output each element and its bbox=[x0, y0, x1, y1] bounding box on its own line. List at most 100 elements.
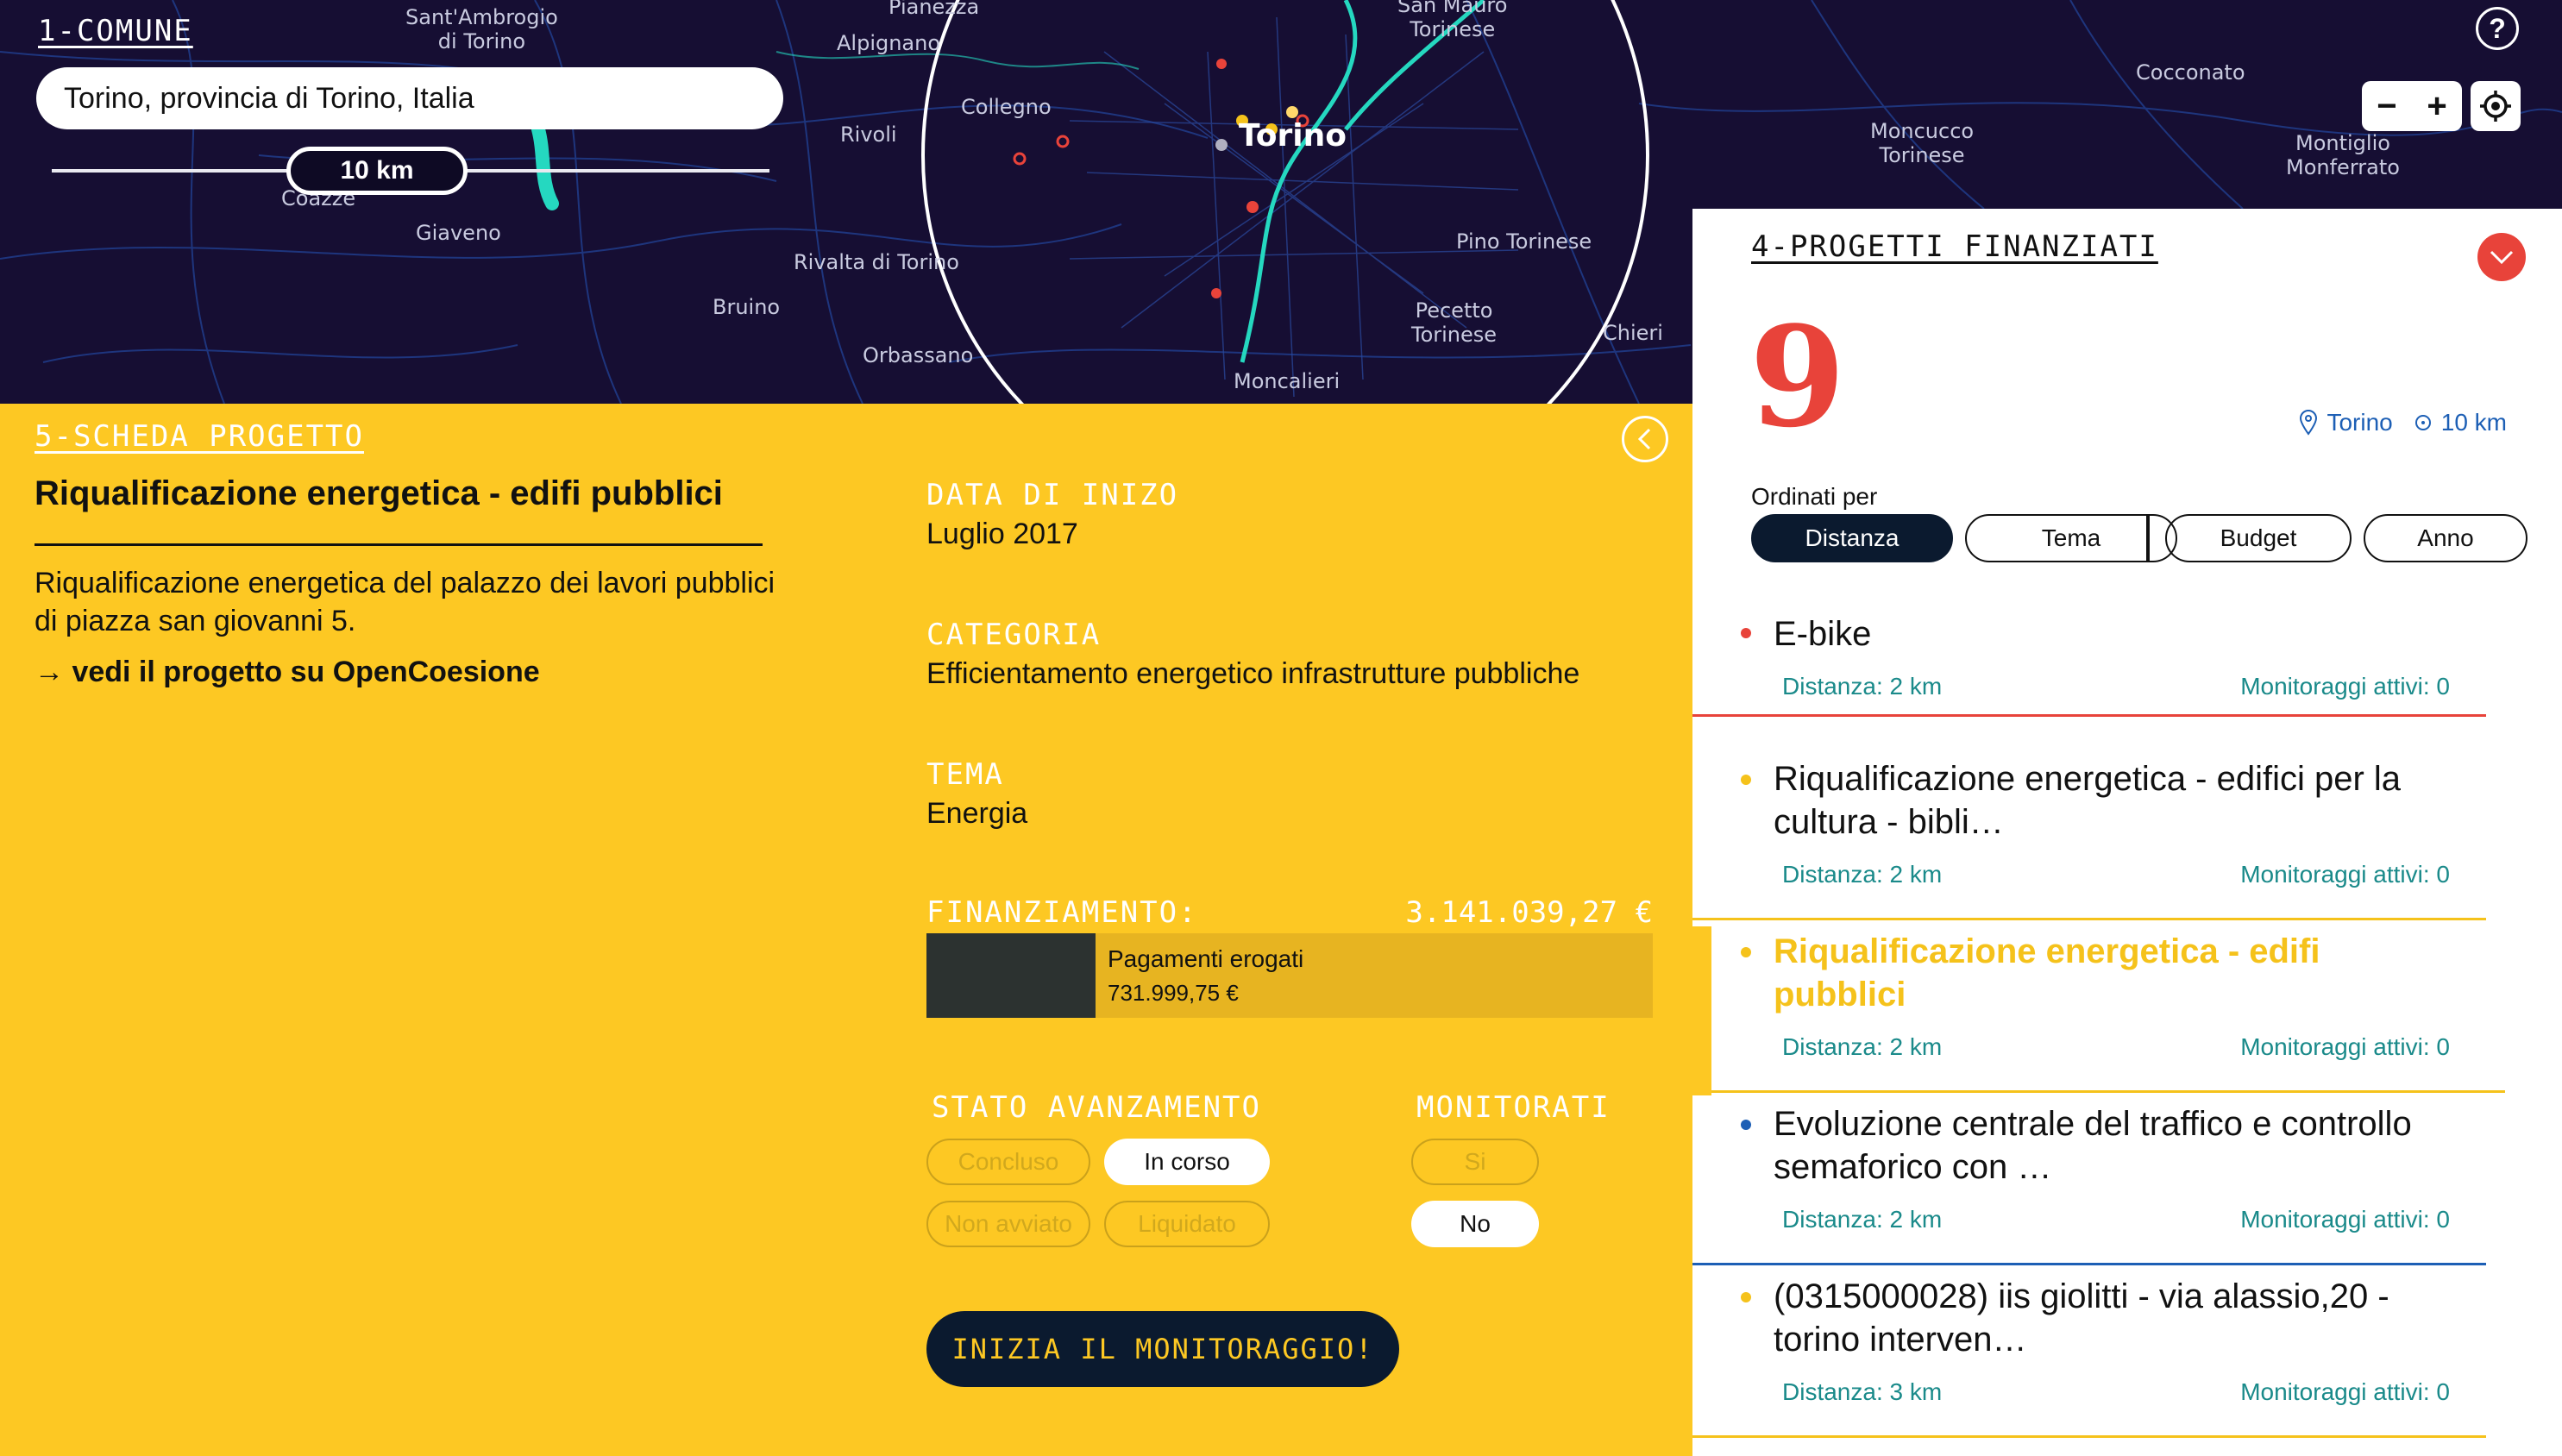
project-separator bbox=[1711, 1090, 2505, 1093]
finanziamento-total: 3.141.039,27 € bbox=[1405, 895, 1653, 930]
project-theme-dot bbox=[1741, 775, 1751, 785]
project-monitoring: Monitoraggi attivi: 0 bbox=[2240, 673, 2450, 700]
project-monitoring: Monitoraggi attivi: 0 bbox=[2240, 861, 2450, 888]
project-name: Riqualificazione energetica - edifici pe… bbox=[1774, 760, 2402, 841]
payments-amount: 731.999,75 € bbox=[1108, 980, 1239, 1006]
map-label: Alpignano bbox=[837, 31, 941, 55]
detail-section-title: 5-SCHEDA PROGETTO bbox=[35, 419, 364, 454]
tema-value: Energia bbox=[926, 797, 1028, 830]
monitorati-label: MONITORATI bbox=[1416, 1090, 1611, 1125]
map-label: Moncucco Torinese bbox=[1870, 119, 1975, 167]
data-inizio-label: DATA DI INIZO bbox=[926, 478, 1179, 512]
project-separator bbox=[1692, 1435, 2486, 1438]
monitorati-si-button[interactable]: Si bbox=[1411, 1139, 1539, 1185]
project-theme-dot bbox=[1741, 947, 1751, 957]
zoom-pill: − + bbox=[2362, 81, 2462, 131]
map-label: Pino Torinese bbox=[1456, 229, 1592, 254]
payments-progress-bar: Pagamenti erogati 731.999,75 € bbox=[926, 933, 1653, 1018]
map-label: Bruino bbox=[713, 295, 781, 319]
project-name: Evoluzione centrale del traffico e contr… bbox=[1774, 1105, 2412, 1186]
projects-section-title: 4-PROGETTI FINANZIATI bbox=[1751, 229, 2158, 264]
project-distance: Distanza: 2 km bbox=[1782, 1033, 1943, 1060]
target-icon bbox=[2414, 415, 2431, 430]
zoom-controls: − + bbox=[2362, 81, 2521, 131]
project-list-item[interactable]: Evoluzione centrale del traffico e contr… bbox=[1692, 1099, 2495, 1268]
payments-label: Pagamenti erogati bbox=[1108, 945, 1304, 972]
sort-budget-button[interactable]: Budget bbox=[2165, 514, 2352, 562]
project-distance: Distanza: 2 km bbox=[1782, 1206, 1943, 1233]
stato-liquidato-button[interactable]: Liquidato bbox=[1104, 1201, 1270, 1247]
project-list-item[interactable]: Riqualificazione energetica - edifici pe… bbox=[1692, 754, 2495, 923]
map-label: Giaveno bbox=[416, 221, 501, 245]
project-theme-dot bbox=[1741, 628, 1751, 638]
stato-avanzamento-label: STATO AVANZAMENTO bbox=[932, 1090, 1261, 1125]
comune-section-title: 1-COMUNE bbox=[38, 14, 193, 48]
map-label-city: Torino bbox=[1239, 118, 1347, 154]
project-distance: Distanza: 3 km bbox=[1782, 1378, 1943, 1405]
search-input[interactable]: Torino, provincia di Torino, Italia bbox=[36, 67, 783, 129]
pin-icon bbox=[2300, 410, 2318, 436]
finanziamento-label: FINANZIAMENTO: bbox=[926, 895, 1198, 930]
location-info: Torino 10 km bbox=[2299, 409, 2507, 436]
stato-non-avviato-button[interactable]: Non avviato bbox=[926, 1201, 1090, 1247]
start-monitoring-button[interactable]: INIZIA IL MONITORAGGIO! bbox=[926, 1311, 1399, 1387]
map-label: San Mauro Torinese bbox=[1397, 0, 1508, 41]
map-label: Sant'Ambrogio di Torino bbox=[405, 5, 558, 53]
map-label: Montiglio Monferrato bbox=[2286, 131, 2400, 179]
help-button[interactable]: ? bbox=[2476, 7, 2519, 50]
sort-label: Ordinati per bbox=[1751, 483, 1878, 510]
project-title: Riqualificazione energetica - edifi pubb… bbox=[35, 474, 723, 512]
locate-button[interactable] bbox=[2471, 81, 2521, 131]
stato-concluso-button[interactable]: Concluso bbox=[926, 1139, 1090, 1185]
project-name: (0315000028) iis giolitti - via alassio,… bbox=[1774, 1277, 2389, 1359]
radius-slider[interactable]: 10 km bbox=[52, 147, 769, 195]
project-list-item-selected[interactable]: Riqualificazione energetica - edifi pubb… bbox=[1692, 926, 2505, 1095]
project-distance: Distanza: 2 km bbox=[1782, 673, 1943, 700]
radius-value: 10 km bbox=[2440, 409, 2507, 436]
map-label: Orbassano bbox=[863, 343, 974, 367]
chevron-down-icon bbox=[2490, 250, 2514, 265]
sort-distanza-button[interactable]: Distanza bbox=[1751, 514, 1953, 562]
sort-spacer bbox=[2146, 514, 2150, 562]
project-monitoring: Monitoraggi attivi: 0 bbox=[2240, 1206, 2450, 1233]
map-label: Cocconato bbox=[2136, 60, 2245, 85]
project-description: Riqualificazione energetica del palazzo … bbox=[35, 567, 776, 637]
map-label: Rivoli bbox=[840, 122, 897, 147]
map-label: Rivalta di Torino bbox=[794, 250, 959, 274]
map-label: Moncalieri bbox=[1234, 369, 1341, 393]
project-monitoring: Monitoraggi attivi: 0 bbox=[2240, 1033, 2450, 1060]
project-list-item[interactable]: (0315000028) iis giolitti - via alassio,… bbox=[1692, 1271, 2495, 1449]
project-separator bbox=[1692, 714, 2486, 717]
project-name: Riqualificazione energetica - edifi pubb… bbox=[1774, 932, 2320, 1014]
map-label: Collegno bbox=[961, 95, 1052, 119]
monitorati-no-button[interactable]: No bbox=[1411, 1201, 1539, 1247]
map-label: Pecetto Torinese bbox=[1411, 298, 1498, 347]
collapse-button[interactable] bbox=[2477, 233, 2526, 281]
zoom-in-button[interactable]: + bbox=[2412, 81, 2462, 131]
tema-label: TEMA bbox=[926, 757, 1004, 792]
project-theme-dot bbox=[1741, 1292, 1751, 1302]
locate-icon bbox=[2480, 91, 2511, 122]
radius-slider-handle[interactable]: 10 km bbox=[286, 147, 468, 195]
categoria-label: CATEGORIA bbox=[926, 618, 1102, 652]
zoom-out-button[interactable]: − bbox=[2362, 81, 2412, 131]
data-inizio-value: Luglio 2017 bbox=[926, 518, 1078, 550]
payments-progress-fill bbox=[926, 933, 1096, 1018]
title-divider bbox=[35, 543, 763, 546]
stato-in-corso-button[interactable]: In corso bbox=[1104, 1139, 1270, 1185]
project-theme-dot bbox=[1741, 1120, 1751, 1130]
opencoesione-link[interactable]: → vedi il progetto su OpenCoesione bbox=[35, 656, 540, 689]
map-label: Pianezza bbox=[889, 0, 980, 19]
project-distance: Distanza: 2 km bbox=[1782, 861, 1943, 888]
sort-anno-button[interactable]: Anno bbox=[2364, 514, 2527, 562]
project-detail-panel: 5-SCHEDA PROGETTO Riqualificazione energ… bbox=[0, 404, 1692, 1456]
projects-count: 9 bbox=[1749, 296, 1846, 458]
project-list-item[interactable]: E-bike Distanza: 2 km Monitoraggi attivi… bbox=[1692, 606, 2495, 747]
categoria-value: Efficientamento energetico infrastruttur… bbox=[926, 657, 1580, 690]
radius-filter: 10 km bbox=[2414, 409, 2507, 436]
back-button[interactable] bbox=[1622, 416, 1668, 462]
chevron-left-icon bbox=[1637, 428, 1651, 450]
map-label: Chieri bbox=[1603, 321, 1663, 345]
project-monitoring: Monitoraggi attivi: 0 bbox=[2240, 1378, 2450, 1405]
funded-projects-panel: 4-PROGETTI FINANZIATI 9 Torino 10 km Ord… bbox=[1692, 209, 2562, 1456]
